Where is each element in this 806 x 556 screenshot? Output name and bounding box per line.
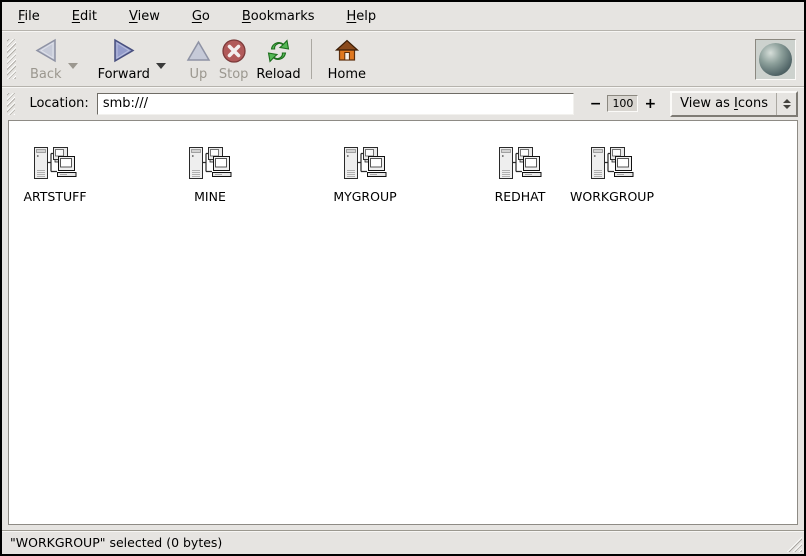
menu-file[interactable]: File: [12, 7, 46, 26]
menu-bar: File Edit View Go Bookmarks Help: [2, 2, 804, 30]
stop-button[interactable]: Stop: [215, 36, 253, 83]
network-workgroup-icon: [186, 146, 234, 186]
reload-icon: [265, 37, 292, 65]
up-icon: [186, 37, 211, 65]
network-workgroup-icon: [496, 146, 544, 186]
toolbar-drag-handle[interactable]: [7, 39, 16, 79]
status-text: "WORKGROUP" selected (0 bytes): [10, 535, 222, 550]
up-button[interactable]: Up: [182, 36, 215, 83]
icon-label: WORKGROUP: [570, 189, 654, 204]
icon-label: MINE: [194, 189, 226, 204]
menu-edit[interactable]: Edit: [66, 7, 103, 26]
forward-history-chevron-icon[interactable]: [156, 63, 166, 69]
icon-label: MYGROUP: [333, 189, 396, 204]
throbber-frame: [755, 39, 796, 80]
icon-view[interactable]: ARTSTUFF MINE MYGROUP REDHAT WORKGROUP: [8, 120, 798, 525]
location-bar: Location: − 100 + View as Icons: [2, 88, 804, 119]
dropdown-arrows-icon: [776, 93, 796, 115]
zoom-level-indicator[interactable]: 100: [607, 95, 638, 112]
home-icon: [334, 37, 360, 65]
home-label: Home: [328, 67, 366, 82]
menu-help[interactable]: Help: [341, 7, 383, 26]
workgroup-item-redhat[interactable]: REDHAT: [474, 146, 566, 226]
workgroup-item-artstuff[interactable]: ARTSTUFF: [9, 146, 101, 226]
icon-label: REDHAT: [495, 189, 546, 204]
workgroup-item-mygroup[interactable]: MYGROUP: [319, 146, 411, 226]
zoom-in-button[interactable]: +: [640, 96, 660, 112]
icon-label: ARTSTUFF: [23, 189, 86, 204]
resize-grip-icon[interactable]: [786, 536, 802, 552]
location-bar-drag-handle[interactable]: [7, 93, 15, 115]
reload-button[interactable]: Reload: [252, 36, 304, 83]
network-workgroup-icon: [31, 146, 79, 186]
location-input[interactable]: [97, 93, 574, 115]
view-as-label: View as Icons: [672, 96, 776, 111]
zoom-out-button[interactable]: −: [586, 96, 606, 112]
status-bar: "WORKGROUP" selected (0 bytes): [2, 530, 804, 554]
home-button[interactable]: Home: [324, 36, 370, 83]
forward-icon: [111, 37, 137, 65]
file-manager-window: File Edit View Go Bookmarks Help Back: [0, 0, 806, 556]
back-icon: [33, 37, 59, 65]
menu-view[interactable]: View: [123, 7, 166, 26]
toolbar: Back Forward Up: [2, 32, 804, 86]
workgroup-item-workgroup[interactable]: WORKGROUP: [566, 146, 658, 226]
stop-label: Stop: [219, 67, 249, 82]
back-label: Back: [30, 67, 62, 82]
content-frame: ARTSTUFF MINE MYGROUP REDHAT WORKGROUP: [2, 119, 804, 530]
network-workgroup-icon: [588, 146, 636, 186]
view-as-dropdown[interactable]: View as Icons: [670, 91, 798, 117]
forward-label: Forward: [98, 67, 150, 82]
toolbar-separator: [311, 39, 312, 79]
up-label: Up: [189, 67, 207, 82]
workgroup-item-mine[interactable]: MINE: [164, 146, 256, 226]
menu-go[interactable]: Go: [186, 7, 216, 26]
location-label: Location:: [29, 96, 88, 111]
throbber-icon: [759, 43, 792, 76]
back-history-chevron-icon[interactable]: [68, 63, 78, 69]
forward-button[interactable]: Forward: [94, 36, 154, 83]
stop-icon: [221, 37, 247, 65]
reload-label: Reload: [256, 67, 300, 82]
menu-bookmarks[interactable]: Bookmarks: [236, 7, 321, 26]
back-button[interactable]: Back: [26, 36, 66, 83]
network-workgroup-icon: [341, 146, 389, 186]
